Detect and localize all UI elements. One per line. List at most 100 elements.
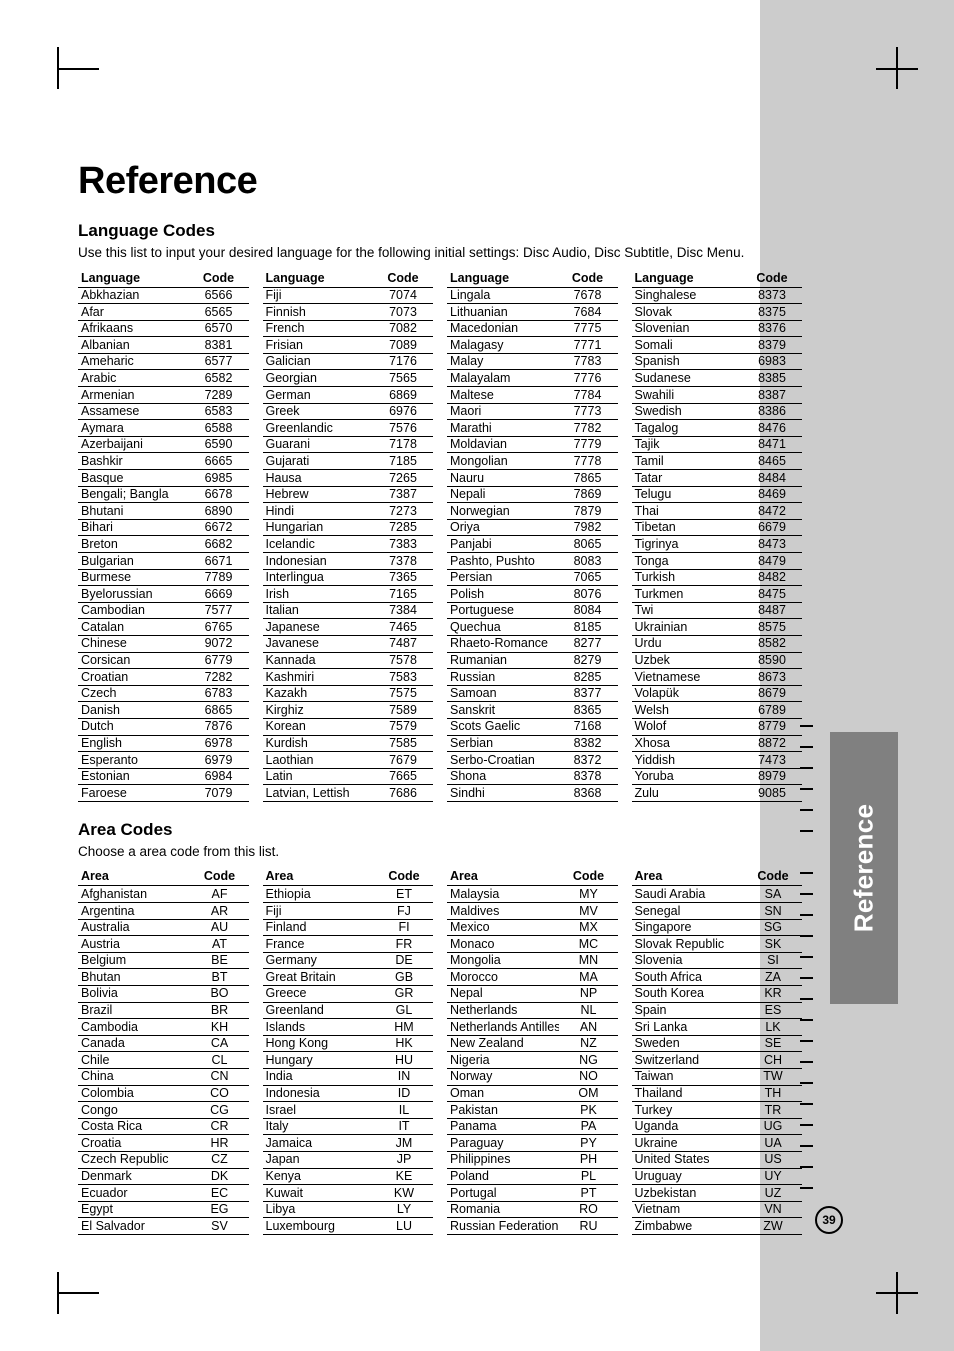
language-name-cell: Hungarian <box>262 519 372 537</box>
language-code-cell: 8083 <box>556 552 618 570</box>
language-code-cell: 7073 <box>372 303 433 321</box>
language-code-cell: 7982 <box>556 519 618 537</box>
area-name-cell: Argentina <box>78 902 190 920</box>
table-row: Austria AT <box>78 935 249 953</box>
language-header-name: Language <box>631 269 741 288</box>
area-name-cell: Greenland <box>262 1002 374 1020</box>
language-name-cell: Ukrainian <box>631 618 741 636</box>
area-name-cell: Russian Federation <box>447 1217 559 1235</box>
table-row: Hindi 7273 <box>262 502 433 520</box>
language-code-cell: 7082 <box>372 320 433 338</box>
language-code-cell: 8365 <box>556 701 618 719</box>
area-name-cell: Sweden <box>631 1035 743 1053</box>
language-name-cell: Kirghiz <box>262 701 372 719</box>
language-code-cell: 7869 <box>556 486 618 504</box>
area-name-cell: Switzerland <box>631 1051 743 1069</box>
language-name-cell: Slovenian <box>631 320 741 338</box>
table-row: Zulu 9085 <box>631 784 802 802</box>
language-code-cell: 7565 <box>372 369 433 388</box>
table-row: Malayalam 7776 <box>447 369 618 388</box>
language-name-cell: Frisian <box>262 336 372 354</box>
area-header-name: Area <box>631 868 743 887</box>
language-name-cell: Yoruba <box>631 768 741 786</box>
table-row: Oriya 7982 <box>447 519 618 537</box>
table-row: Bengali; Bangla 6678 <box>78 486 249 504</box>
language-name-cell: Icelandic <box>262 535 372 553</box>
language-name-cell: Dutch <box>78 718 188 736</box>
area-name-cell: Paraguay <box>447 1134 559 1152</box>
table-row: Nigeria NG <box>447 1051 618 1069</box>
area-name-cell: Australia <box>78 919 190 937</box>
area-code-cell: CZ <box>189 1151 249 1169</box>
area-code-cell: KH <box>189 1018 249 1036</box>
table-row: Nepal NP <box>447 985 618 1003</box>
table-row: Denmark DK <box>78 1168 249 1186</box>
area-header-name: Area <box>78 868 190 887</box>
side-tab-label: Reference <box>848 803 879 933</box>
area-name-cell: El Salvador <box>78 1217 190 1235</box>
table-row: Greenlandic 7576 <box>262 419 433 437</box>
language-code-cell: 9072 <box>187 635 249 653</box>
table-row: Tagalog 8476 <box>631 419 802 437</box>
area-code-cell: SI <box>743 952 802 970</box>
table-row: Panjabi 8065 <box>447 535 618 553</box>
language-code-cell: 8476 <box>741 419 802 437</box>
table-row: Vietnam VN <box>631 1201 802 1219</box>
table-row: India IN <box>262 1068 433 1086</box>
area-code-cell: AT <box>189 935 249 953</box>
area-code-cell: TH <box>743 1085 802 1103</box>
area-code-cell: HR <box>189 1134 249 1152</box>
language-code-cell: 7465 <box>372 618 433 636</box>
language-name-cell: Polish <box>447 585 557 603</box>
area-code-cell: MN <box>558 952 618 970</box>
table-row: Persian 7065 <box>447 569 618 587</box>
table-row: Volapük 8679 <box>631 685 802 703</box>
table-row: Bashkir 6665 <box>78 452 249 471</box>
language-name-cell: Bashkir <box>78 452 188 471</box>
table-row: Pakistan PK <box>447 1101 618 1119</box>
language-code-cell: 8487 <box>741 602 802 620</box>
crop-mark-bottom-left-horizontal <box>57 1292 99 1294</box>
language-code-cell: 7383 <box>372 535 433 553</box>
language-table-column-2: Language Code Fiji 7074 Finnish 7073 French 708… <box>262 269 433 802</box>
language-name-cell: Nauru <box>447 469 557 487</box>
table-row: Russian Federation RU <box>447 1217 618 1235</box>
area-name-cell: Colombia <box>78 1085 190 1103</box>
language-name-cell: Maltese <box>447 386 557 404</box>
language-name-cell: Javanese <box>262 635 372 653</box>
area-code-cell: PY <box>558 1134 618 1152</box>
language-code-cell: 6588 <box>187 419 249 437</box>
area-name-cell: Hungary <box>262 1051 374 1069</box>
table-row: Japan JP <box>262 1151 433 1169</box>
area-code-cell: PK <box>558 1101 618 1119</box>
table-row: Sweden SE <box>631 1035 802 1053</box>
language-name-cell: Somali <box>631 336 741 354</box>
language-code-cell: 6984 <box>187 768 249 786</box>
language-code-cell: 7178 <box>372 436 433 454</box>
table-row: Breton 6682 <box>78 535 249 553</box>
language-code-cell: 8381 <box>187 336 249 354</box>
table-row: Kirghiz 7589 <box>262 701 433 719</box>
area-header-code: Code <box>558 868 618 887</box>
area-name-cell: Monaco <box>447 935 559 953</box>
language-code-cell: 8387 <box>741 386 802 404</box>
area-code-cell: VN <box>743 1201 802 1219</box>
table-row: Mexico MX <box>447 919 618 937</box>
language-code-cell: 8379 <box>741 336 802 354</box>
table-row: Paraguay PY <box>447 1134 618 1152</box>
area-name-cell: Hong Kong <box>262 1035 374 1053</box>
language-table-column-3: Language Code Lingala 7678 Lithuanian 7684 Mac… <box>447 269 618 802</box>
table-row: Yoruba 8979 <box>631 768 802 786</box>
language-code-cell: 7378 <box>372 552 433 570</box>
table-row: Maltese 7784 <box>447 386 618 404</box>
language-code-cell: 6783 <box>187 685 249 703</box>
language-code-cell: 8779 <box>741 718 802 736</box>
table-row: Macedonian 7775 <box>447 320 618 338</box>
area-code-cell: SV <box>189 1217 249 1235</box>
table-row: Saudi Arabia SA <box>631 885 802 903</box>
language-code-cell: 8076 <box>556 585 618 603</box>
table-row: Argentina AR <box>78 902 249 920</box>
language-name-cell: Hebrew <box>262 486 372 504</box>
language-name-cell: Swahili <box>631 386 741 404</box>
table-row: Romania RO <box>447 1201 618 1219</box>
